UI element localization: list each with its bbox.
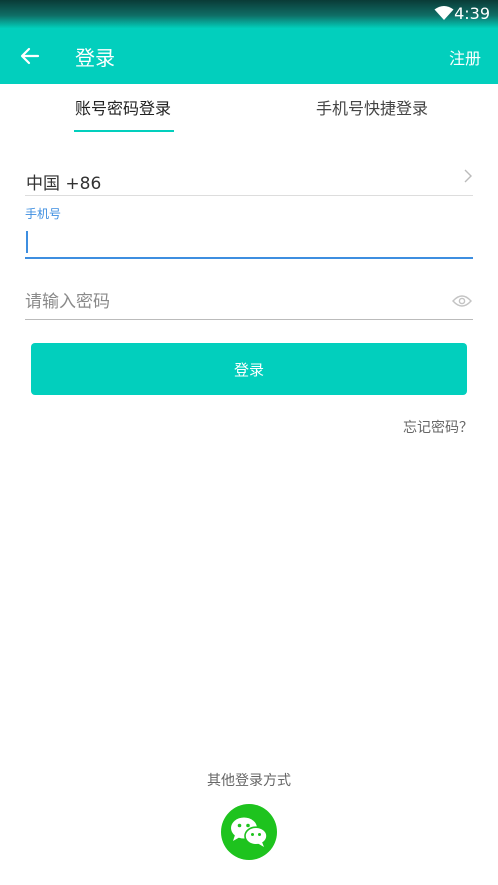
- tab-indicator: [74, 130, 174, 132]
- page-title: 登录: [75, 46, 115, 70]
- wechat-icon: [231, 817, 268, 847]
- register-button[interactable]: 注册: [449, 45, 481, 69]
- password-input[interactable]: [25, 285, 435, 319]
- status-bar: 4:39: [0, 0, 498, 28]
- chevron-right-icon: [464, 169, 472, 183]
- country-code-selector[interactable]: 中国 +86: [25, 160, 473, 196]
- forgot-password-link[interactable]: 忘记密码？: [403, 417, 473, 437]
- wifi-icon: [434, 6, 454, 20]
- wechat-login-button[interactable]: [221, 804, 277, 860]
- country-code: 中国 +86: [26, 174, 102, 194]
- tab-account-password[interactable]: 账号密码登录: [75, 95, 171, 119]
- eye-icon[interactable]: [452, 294, 472, 308]
- app-bar: 登录 注册: [0, 28, 498, 84]
- password-field: [25, 285, 473, 320]
- login-button[interactable]: 登录: [31, 343, 467, 395]
- phone-label: 手机号: [25, 207, 62, 221]
- text-cursor: [26, 231, 28, 253]
- back-arrow-icon[interactable]: [18, 44, 42, 68]
- login-tabs: 账号密码登录 手机号快捷登录: [0, 84, 498, 134]
- status-time: 4:39: [454, 4, 490, 23]
- tab-phone-quick[interactable]: 手机号快捷登录: [316, 95, 428, 119]
- phone-input[interactable]: [25, 225, 473, 259]
- other-login-title: 其他登录方式: [207, 773, 291, 789]
